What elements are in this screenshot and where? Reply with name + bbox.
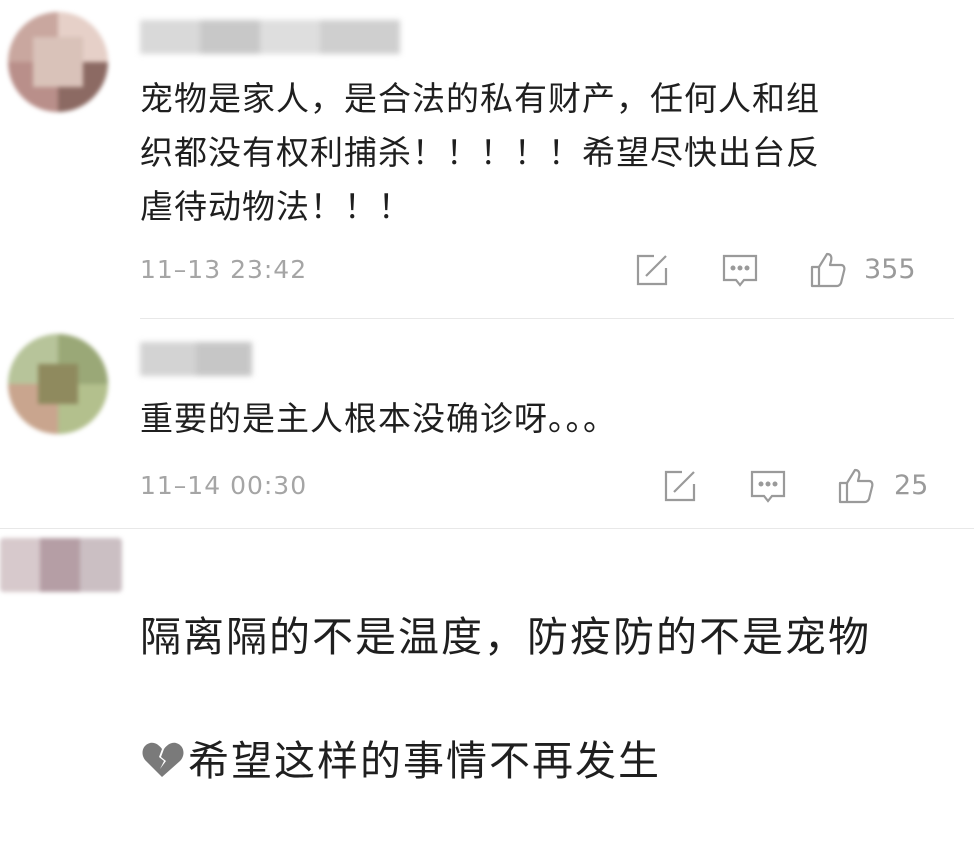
comment-item: 宠物是家人，是合法的私有财产，任何人和组 织都没有权利捕杀！！！！！希望尽快出台… — [0, 0, 974, 310]
comment-text: 宠物是家人，是合法的私有财产，任何人和组 织都没有权利捕杀！！！！！希望尽快出台… — [140, 79, 820, 226]
divider — [0, 528, 974, 529]
like-icon[interactable] — [836, 466, 876, 506]
comment-icon[interactable] — [720, 250, 760, 290]
like-icon[interactable] — [808, 250, 848, 290]
divider — [140, 318, 954, 319]
comment-text: 重要的是主人根本没确诊呀。。。 — [140, 399, 617, 438]
avatar[interactable] — [8, 12, 108, 112]
avatar[interactable] — [0, 538, 122, 592]
avatar[interactable] — [8, 334, 108, 434]
comment-text: 隔离隔的不是温度，防疫防的不是宠物 希望这样的事情不再发生 — [140, 544, 970, 854]
comment-meta: 11–14 00:30 25 — [140, 466, 940, 506]
comment-text-line-2: 希望这样的事情不再发生 — [188, 737, 661, 785]
username-blurred[interactable] — [140, 20, 400, 54]
comment-text-line: 隔离隔的不是温度，防疫防的不是宠物 — [140, 613, 871, 661]
comment-meta: 11–13 23:42 355 — [140, 250, 940, 290]
share-icon[interactable] — [632, 250, 672, 290]
share-icon[interactable] — [660, 466, 700, 506]
comment-icon[interactable] — [748, 466, 788, 506]
comment-time: 11–14 00:30 — [140, 471, 308, 500]
comment-item: 隔离隔的不是温度，防疫防的不是宠物 希望这样的事情不再发生 — [0, 530, 974, 785]
username-blurred[interactable] — [140, 342, 252, 376]
comment-item: 重要的是主人根本没确诊呀。。。 11–14 00:30 25 — [0, 320, 974, 520]
like-count: 25 — [894, 470, 929, 501]
comment-time: 11–13 23:42 — [140, 255, 308, 284]
like-count: 355 — [864, 254, 916, 285]
broken-heart-icon — [140, 736, 184, 780]
comment-text-line: 希望这样的事情不再发生 — [140, 730, 970, 792]
